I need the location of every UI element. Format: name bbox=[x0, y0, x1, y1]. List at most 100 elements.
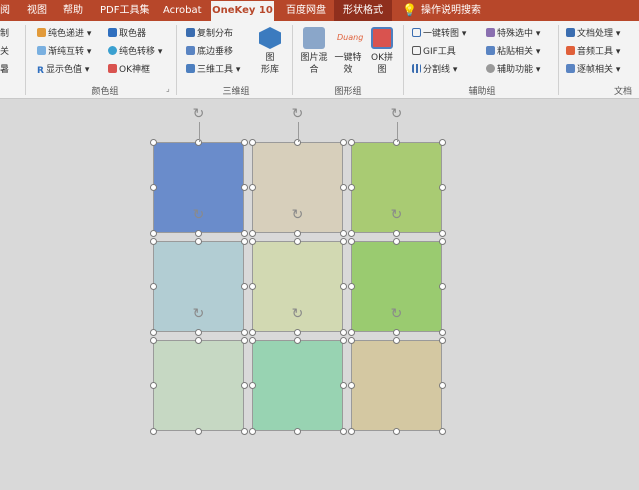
resize-handle[interactable] bbox=[248, 427, 256, 435]
resize-handle[interactable] bbox=[339, 184, 347, 191]
tab-pdf-tools[interactable]: PDF工具集 bbox=[100, 0, 149, 21]
resize-handle[interactable] bbox=[339, 283, 347, 290]
resize-handle[interactable] bbox=[240, 237, 248, 245]
rotate-handle-icon[interactable]: ↻ bbox=[290, 306, 306, 322]
resize-handle[interactable] bbox=[393, 427, 400, 435]
gif-tools-button[interactable]: GIF工具 bbox=[412, 45, 456, 59]
rotate-handle-icon[interactable]: ↻ bbox=[389, 106, 405, 122]
resize-handle[interactable] bbox=[347, 283, 355, 290]
resize-handle[interactable] bbox=[248, 283, 256, 290]
resize-handle[interactable] bbox=[195, 229, 202, 237]
resize-handle[interactable] bbox=[149, 237, 157, 245]
resize-handle[interactable] bbox=[195, 328, 202, 336]
ribbon-partial-item[interactable]: 关 bbox=[0, 45, 9, 59]
pure-color-step-button[interactable]: 纯色递进 ▾ bbox=[37, 27, 91, 41]
resize-handle[interactable] bbox=[347, 336, 355, 344]
resize-handle[interactable] bbox=[347, 382, 355, 389]
resize-handle[interactable] bbox=[438, 229, 446, 237]
color-picker-button[interactable]: 取色器 bbox=[108, 27, 146, 41]
resize-handle[interactable] bbox=[339, 382, 347, 389]
tab-shape-format[interactable]: 形状格式 bbox=[334, 0, 392, 21]
rotate-handle-icon[interactable]: ↻ bbox=[389, 306, 405, 322]
resize-handle[interactable] bbox=[438, 138, 446, 146]
ok-collage-button[interactable]: OK拼 图 bbox=[366, 27, 398, 76]
resize-handle[interactable] bbox=[347, 229, 355, 237]
resize-handle[interactable] bbox=[438, 328, 446, 336]
resize-handle[interactable] bbox=[347, 237, 355, 245]
resize-handle[interactable] bbox=[393, 328, 400, 336]
resize-handle[interactable] bbox=[149, 427, 157, 435]
copy-distribute-button[interactable]: 复制分布 bbox=[186, 27, 233, 41]
resize-handle[interactable] bbox=[347, 138, 355, 146]
resize-handle[interactable] bbox=[240, 427, 248, 435]
shape-library-button[interactable]: 图 形库 bbox=[255, 27, 285, 76]
tab-view[interactable]: 视图 bbox=[27, 0, 47, 21]
resize-handle[interactable] bbox=[294, 229, 301, 237]
resize-handle[interactable] bbox=[339, 336, 347, 344]
rotate-handle-icon[interactable]: ↻ bbox=[191, 207, 207, 223]
aux-functions-button[interactable]: 辅助功能 ▾ bbox=[486, 63, 540, 77]
paste-related-button[interactable]: 粘贴相关 ▾ bbox=[486, 45, 540, 59]
gradient-convert-button[interactable]: 渐纯互转 ▾ bbox=[37, 45, 91, 59]
resize-handle[interactable] bbox=[294, 328, 301, 336]
resize-handle[interactable] bbox=[248, 328, 256, 336]
ribbon-partial-item[interactable]: 暑 bbox=[0, 63, 9, 77]
resize-handle[interactable] bbox=[294, 336, 301, 344]
ok-magic-frame-button[interactable]: OK神框 bbox=[108, 63, 150, 77]
rotate-handle-icon[interactable]: ↻ bbox=[191, 106, 207, 122]
resize-handle[interactable] bbox=[240, 184, 248, 191]
show-color-value-button[interactable]: R 显示色值 ▾ bbox=[37, 63, 89, 77]
tab-review[interactable]: 阅 bbox=[0, 0, 14, 21]
resize-handle[interactable] bbox=[195, 427, 202, 435]
resize-handle[interactable] bbox=[438, 382, 446, 389]
one-click-effect-button[interactable]: Duang 一键特 效 bbox=[332, 27, 364, 76]
resize-handle[interactable] bbox=[149, 184, 157, 191]
color-transfer-button[interactable]: 纯色转移 ▾ bbox=[108, 45, 162, 59]
resize-handle[interactable] bbox=[339, 237, 347, 245]
resize-handle[interactable] bbox=[294, 237, 301, 245]
resize-handle[interactable] bbox=[248, 184, 256, 191]
resize-handle[interactable] bbox=[438, 427, 446, 435]
special-select-button[interactable]: 特殊选中 ▾ bbox=[486, 27, 540, 41]
resize-handle[interactable] bbox=[248, 229, 256, 237]
tab-acrobat[interactable]: Acrobat bbox=[163, 0, 202, 21]
resize-handle[interactable] bbox=[149, 382, 157, 389]
resize-handle[interactable] bbox=[339, 427, 347, 435]
resize-handle[interactable] bbox=[294, 427, 301, 435]
resize-handle[interactable] bbox=[149, 138, 157, 146]
resize-handle[interactable] bbox=[339, 138, 347, 146]
tab-onekey[interactable]: OneKey 10 bbox=[211, 1, 274, 21]
tab-help[interactable]: 帮助 bbox=[63, 0, 83, 21]
resize-handle[interactable] bbox=[438, 336, 446, 344]
resize-handle[interactable] bbox=[240, 382, 248, 389]
resize-handle[interactable] bbox=[347, 328, 355, 336]
divider-line-button[interactable]: 分割线 ▾ bbox=[412, 63, 457, 77]
resize-handle[interactable] bbox=[438, 237, 446, 245]
resize-handle[interactable] bbox=[393, 237, 400, 245]
one-click-to-image-button[interactable]: 一键转图 ▾ bbox=[412, 27, 466, 41]
rotate-handle-icon[interactable]: ↻ bbox=[389, 207, 405, 223]
resize-handle[interactable] bbox=[149, 283, 157, 290]
resize-handle[interactable] bbox=[438, 283, 446, 290]
resize-handle[interactable] bbox=[347, 184, 355, 191]
resize-handle[interactable] bbox=[438, 184, 446, 191]
resize-handle[interactable] bbox=[393, 336, 400, 344]
resize-handle[interactable] bbox=[195, 336, 202, 344]
resize-handle[interactable] bbox=[240, 336, 248, 344]
resize-handle[interactable] bbox=[240, 328, 248, 336]
tab-baidu-netdisk[interactable]: 百度网盘 bbox=[286, 0, 326, 21]
resize-handle[interactable] bbox=[248, 382, 256, 389]
resize-handle[interactable] bbox=[240, 283, 248, 290]
resize-handle[interactable] bbox=[149, 328, 157, 336]
resize-handle[interactable] bbox=[248, 336, 256, 344]
resize-handle[interactable] bbox=[195, 237, 202, 245]
resize-handle[interactable] bbox=[248, 237, 256, 245]
resize-handle[interactable] bbox=[393, 229, 400, 237]
bottom-align-button[interactable]: 底边垂移 bbox=[186, 45, 233, 59]
tell-me-search[interactable]: 操作说明搜索 bbox=[421, 0, 481, 21]
three-d-tools-button[interactable]: 三维工具 ▾ bbox=[186, 63, 240, 77]
resize-handle[interactable] bbox=[149, 229, 157, 237]
frame-by-frame-button[interactable]: 逐帧相关 ▾ bbox=[566, 63, 620, 77]
resize-handle[interactable] bbox=[240, 229, 248, 237]
resize-handle[interactable] bbox=[248, 138, 256, 146]
